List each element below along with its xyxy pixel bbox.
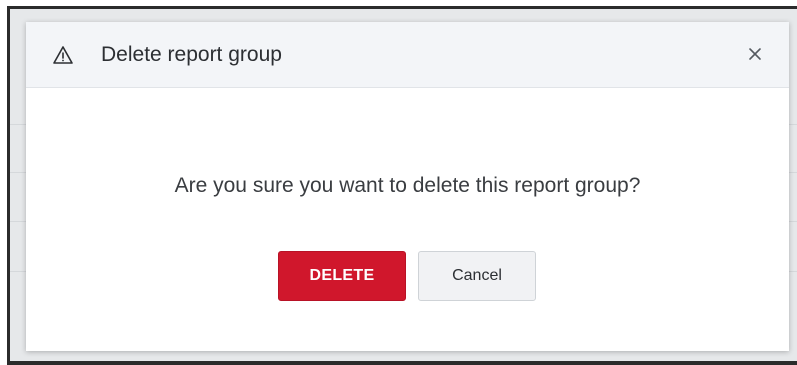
dialog-header: Delete report group [26, 22, 789, 88]
warning-icon [52, 44, 74, 66]
close-icon[interactable] [743, 42, 767, 66]
dialog-message: Are you sure you want to delete this rep… [174, 174, 641, 197]
delete-report-group-dialog: Delete report group Are you sure you wan… [26, 22, 789, 351]
cancel-button[interactable]: Cancel [418, 251, 536, 301]
dialog-title: Delete report group [101, 43, 282, 66]
delete-button[interactable]: DELETE [278, 251, 406, 301]
